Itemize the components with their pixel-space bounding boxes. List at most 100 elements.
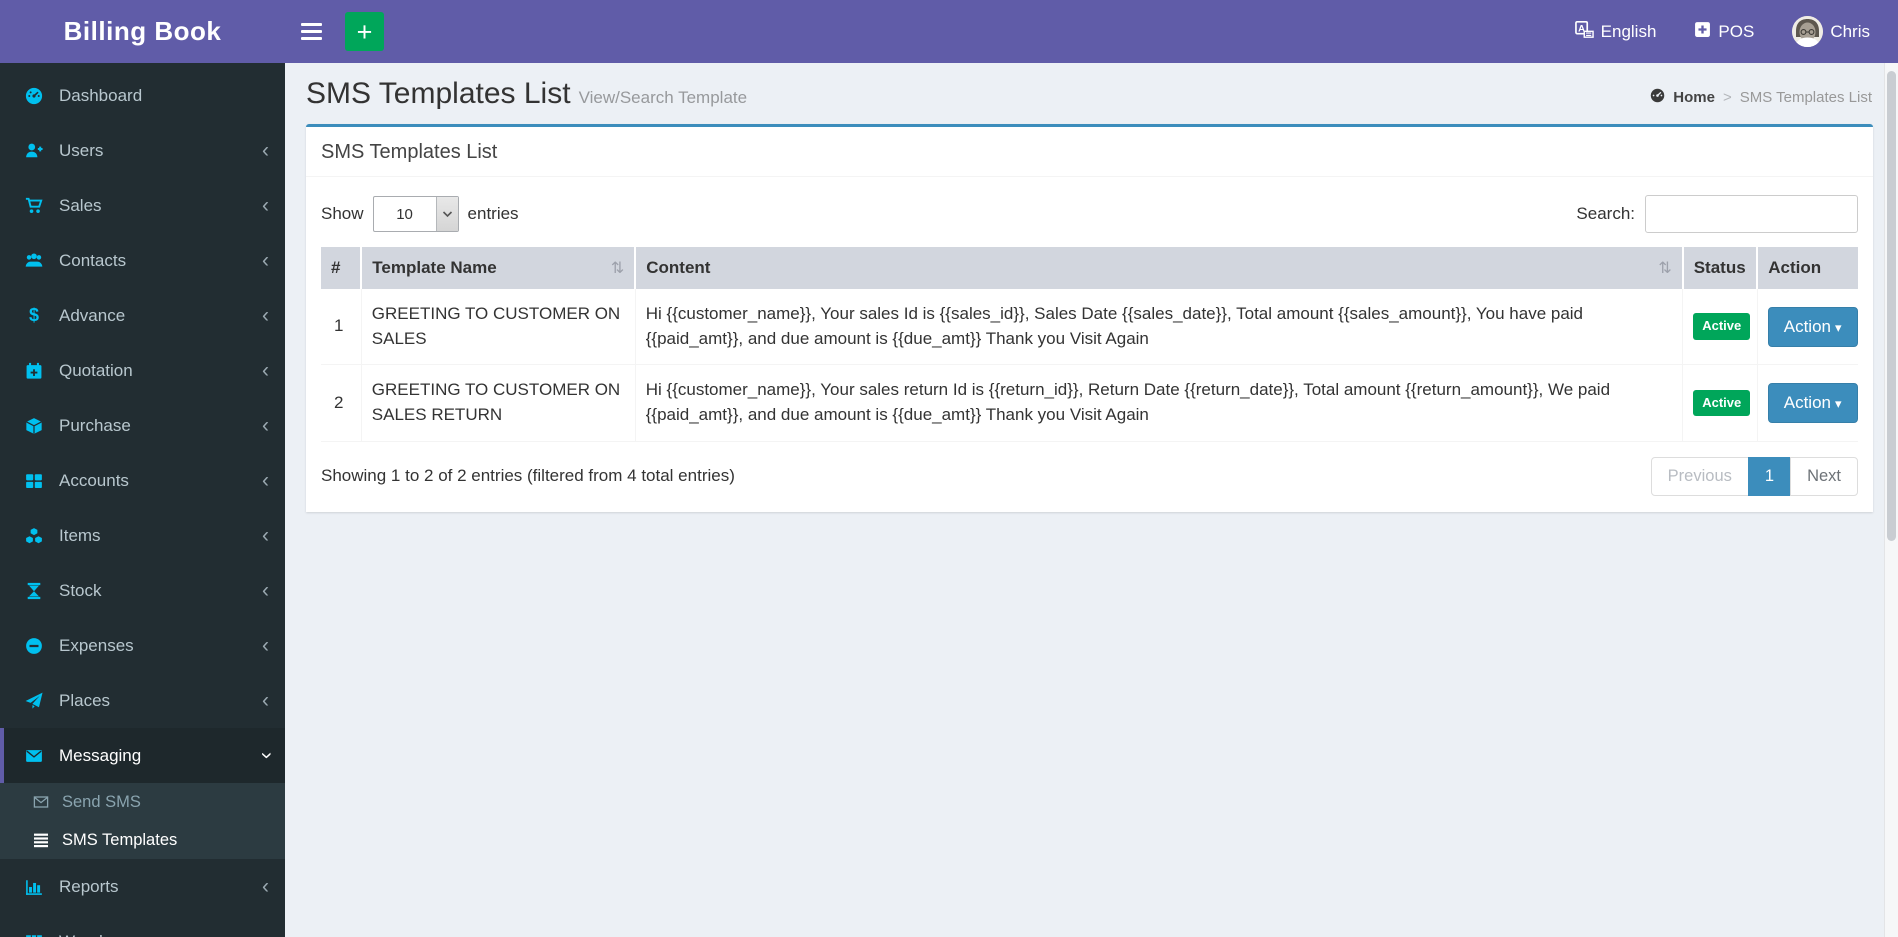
row-content: Hi {{customer_name}}, Your sales return … — [635, 364, 1684, 442]
vertical-scrollbar[interactable] — [1884, 63, 1898, 937]
row-num: 2 — [321, 364, 362, 442]
entries-label: entries — [467, 204, 519, 223]
pagination: Previous 1 Next — [1650, 456, 1858, 496]
caret-down-icon: ▾ — [1835, 395, 1842, 411]
sidebar-item-accounts[interactable]: Accounts ‹ — [0, 453, 285, 508]
sidebar-label: Dashboard — [59, 85, 143, 105]
col-header-status: Status — [1682, 247, 1759, 289]
plus-square-icon — [1694, 21, 1711, 43]
sidebar-label: Expenses — [59, 635, 134, 655]
sidebar-item-expenses[interactable]: Expenses ‹ — [0, 618, 285, 673]
caret-down-icon: ▾ — [1835, 319, 1842, 335]
minus-circle-icon — [22, 637, 46, 655]
col-header-content[interactable]: Content ⇅ — [635, 247, 1684, 289]
pos-label: POS — [1718, 21, 1755, 41]
sidebar-item-advance[interactable]: $ Advance ‹ — [0, 288, 285, 343]
sidebar-label: Messaging — [59, 745, 142, 765]
sidebar-item-places[interactable]: Places ‹ — [0, 673, 285, 728]
sidebar-item-stock[interactable]: Stock ‹ — [0, 563, 285, 618]
chevron-left-icon: ‹ — [262, 524, 269, 547]
sidebar-item-messaging[interactable]: Messaging ‹ — [0, 728, 285, 783]
col-header-action: Action — [1757, 247, 1858, 289]
breadcrumb: Home > SMS Templates List — [1650, 88, 1872, 111]
quick-add-button[interactable]: + — [345, 12, 384, 51]
page-length-value: 10 — [396, 205, 413, 223]
table-row: 2 GREETING TO CUSTOMER ON SALES RETURN H… — [321, 364, 1858, 442]
user-name: Chris — [1830, 21, 1870, 41]
submenu-label: Send SMS — [62, 792, 141, 811]
sidebar-item-purchase[interactable]: Purchase ‹ — [0, 398, 285, 453]
top-navbar: Billing Book + A English POS Chris — [0, 0, 1898, 63]
brand-logo[interactable]: Billing Book — [0, 0, 285, 63]
messaging-submenu: Send SMS SMS Templates — [0, 783, 285, 859]
calendar-plus-icon — [22, 362, 46, 380]
table-row: 1 GREETING TO CUSTOMER ON SALES Hi {{cus… — [321, 289, 1858, 366]
main-content: SMS Templates List View/Search Template H… — [285, 63, 1898, 937]
sidebar-item-reports[interactable]: Reports ‹ — [0, 859, 285, 914]
chevron-left-icon: ‹ — [262, 304, 269, 327]
sidebar-item-contacts[interactable]: Contacts ‹ — [0, 233, 285, 288]
chevron-left-icon: ‹ — [262, 414, 269, 437]
status-badge: Active — [1693, 389, 1751, 417]
scrollbar-thumb[interactable] — [1887, 71, 1896, 541]
bar-chart-icon — [22, 878, 46, 896]
status-badge: Active — [1693, 313, 1751, 341]
sidebar-item-dashboard[interactable]: Dashboard — [0, 68, 285, 123]
search-input[interactable] — [1645, 195, 1858, 233]
hourglass-icon — [22, 582, 46, 600]
action-dropdown-button[interactable]: Action ▾ — [1767, 382, 1858, 423]
sidebar-label: Advance — [59, 305, 126, 325]
sidebar-item-warehouse[interactable]: Warehouse ‹ — [0, 914, 285, 937]
user-menu[interactable]: Chris — [1792, 16, 1870, 47]
sms-templates-panel: SMS Templates List Show 10 entries Searc… — [306, 124, 1873, 512]
language-menu[interactable]: A English — [1574, 20, 1657, 44]
chevron-left-icon: ‹ — [262, 194, 269, 217]
col-header-num[interactable]: # — [321, 247, 363, 289]
chevron-left-icon: ‹ — [262, 469, 269, 492]
chevron-left-icon: ‹ — [262, 634, 269, 657]
dollar-icon: $ — [28, 305, 39, 325]
row-template-name: GREETING TO CUSTOMER ON SALES — [361, 289, 636, 366]
breadcrumb-home[interactable]: Home — [1673, 89, 1715, 106]
list-icon — [30, 832, 52, 848]
paper-plane-icon — [22, 692, 46, 710]
submenu-item-sms-templates[interactable]: SMS Templates — [0, 821, 285, 859]
show-label: Show — [321, 204, 364, 223]
sidebar-label: Contacts — [59, 250, 127, 270]
users-group-icon — [22, 252, 46, 270]
sidebar-label: Stock — [59, 580, 102, 600]
sms-templates-table: # Template Name ⇅ Content ⇅ Status Action … — [321, 247, 1858, 442]
submenu-label: SMS Templates — [62, 830, 178, 849]
page-length-control: Show 10 entries — [321, 196, 519, 232]
col-header-template-name[interactable]: Template Name ⇅ — [361, 247, 637, 289]
page-title: SMS Templates List — [306, 77, 571, 110]
sidebar-item-sales[interactable]: Sales ‹ — [0, 178, 285, 233]
language-icon: A — [1574, 20, 1594, 44]
chevron-left-icon: ‹ — [262, 931, 269, 937]
sidebar-label: Items — [59, 525, 101, 545]
submenu-item-send-sms[interactable]: Send SMS — [0, 783, 285, 821]
language-label: English — [1600, 21, 1657, 41]
pos-link[interactable]: POS — [1694, 21, 1754, 43]
sidebar-item-quotation[interactable]: Quotation ‹ — [0, 343, 285, 398]
row-content: Hi {{customer_name}}, Your sales Id is {… — [635, 289, 1684, 366]
page-subtitle: View/Search Template — [578, 88, 748, 107]
action-dropdown-button[interactable]: Action ▾ — [1767, 306, 1858, 347]
breadcrumb-separator: > — [1722, 89, 1732, 106]
cube-icon — [22, 417, 46, 435]
table-icon — [22, 933, 46, 937]
home-dashboard-icon — [1650, 88, 1665, 107]
chevron-left-icon: ‹ — [262, 249, 269, 272]
sidebar-item-items[interactable]: Items ‹ — [0, 508, 285, 563]
sort-icon: ⇅ — [1658, 260, 1672, 277]
sidebar-toggle-icon[interactable] — [285, 0, 337, 63]
sidebar-label: Accounts — [59, 470, 129, 490]
pagination-page-1-button[interactable]: 1 — [1747, 456, 1792, 496]
envelope-icon — [22, 747, 46, 765]
sidebar-item-users[interactable]: Users ‹ — [0, 123, 285, 178]
pagination-previous-button[interactable]: Previous — [1650, 456, 1749, 496]
sidebar-label: Sales — [59, 195, 102, 215]
pagination-next-button[interactable]: Next — [1790, 456, 1858, 496]
sort-icon: ⇅ — [610, 260, 625, 277]
page-length-select[interactable]: 10 — [372, 196, 459, 232]
